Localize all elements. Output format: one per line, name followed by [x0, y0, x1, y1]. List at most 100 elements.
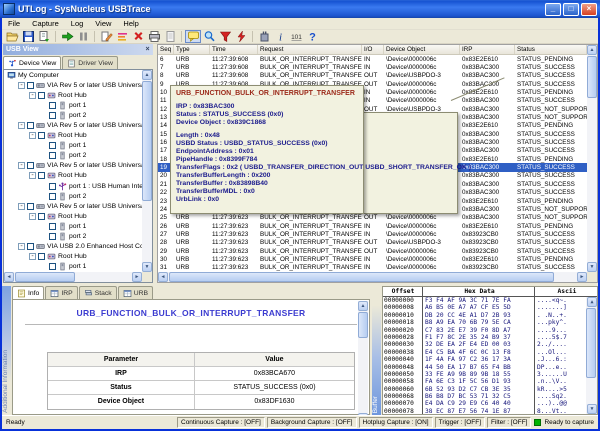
tree-item-via-usb-2-0-enhanced-host-controller[interactable]: -VIA USB 2.0 Enhanced Host Controller [4, 242, 142, 252]
pause-capture-icon[interactable] [75, 30, 91, 43]
tree-checkbox[interactable] [49, 152, 56, 159]
tree-item-via-rev-5-or-later-usb-universal-host-c[interactable]: -VIA Rev 5 or later USB Universal Host C [4, 120, 142, 130]
maximize-button[interactable]: □ [563, 3, 579, 16]
scrollbar-thumb[interactable] [169, 272, 554, 282]
title-bar[interactable]: UTLog - SysNucleus USBTrace _ □ × [0, 0, 600, 18]
tooltip-toggle-icon[interactable] [185, 30, 201, 43]
tree-item-root-hub[interactable]: -Root Hub [4, 171, 142, 181]
expand-collapse-box[interactable]: - [29, 132, 36, 139]
export-log-icon[interactable] [36, 30, 52, 43]
expand-collapse-box[interactable]: - [29, 253, 36, 260]
column-header-type[interactable]: Type [174, 45, 210, 54]
tree-checkbox[interactable] [27, 243, 34, 250]
scroll-left-icon[interactable]: ◄ [158, 272, 168, 282]
table-row-seq-30[interactable]: 30URB11:27:39:623BULK_OR_INTERRUPT_TRANS… [158, 255, 587, 263]
tab-urb[interactable]: URB [118, 286, 153, 299]
tab-info[interactable]: Info [12, 286, 44, 299]
log-properties-icon[interactable] [162, 30, 178, 43]
tree-item-root-hub[interactable]: -Root Hub [4, 131, 142, 141]
scrollbar-thumb[interactable] [587, 56, 597, 98]
hex-row-00000070[interactable]: 00000070E4 DA C9 29 E9 C6 40 40...)..@@ [383, 400, 586, 407]
menu-log[interactable]: Log [65, 18, 90, 30]
expand-collapse-box[interactable]: - [18, 82, 25, 89]
scroll-down-icon[interactable]: ▼ [587, 262, 597, 272]
tree-item-my-computer[interactable]: My Computer [4, 70, 142, 80]
tree-checkbox[interactable] [27, 82, 34, 89]
search-icon[interactable] [201, 30, 217, 43]
table-row-seq-6[interactable]: 6URB11:27:39:608BULK_OR_INTERRUPT_TRANSF… [158, 55, 587, 63]
tree-item-via-rev-5-or-later-usb-universal-host-c[interactable]: -VIA Rev 5 or later USB Universal Host C [4, 80, 142, 90]
table-row-seq-27[interactable]: 27URB11:27:39:623BULK_OR_INTERRUPT_TRANS… [158, 230, 587, 238]
tree-item-root-hub[interactable]: -Root Hub [4, 252, 142, 262]
hex-row-00000028[interactable]: 00000028F1 F7 8C 2E 35 24 B9 37....5$.7 [383, 334, 586, 341]
hex-row-00000018[interactable]: 00000018B8 A9 EA 70 6B 79 5E CA...pky^. [383, 319, 586, 326]
scroll-up-icon[interactable]: ▲ [142, 70, 152, 80]
table-row-seq-7[interactable]: 7URB11:27:39:608BULK_OR_INTERRUPT_TRANSF… [158, 63, 587, 71]
hex-row-00000048[interactable]: 0000004844 50 EA 17 B7 65 F4 BBDP...e.. [383, 364, 586, 371]
tree-item-port-2[interactable]: port 2 [4, 232, 142, 242]
tab-stack[interactable]: Stack [79, 286, 117, 299]
column-header-request[interactable]: Request [258, 45, 362, 54]
tree-checkbox[interactable] [27, 162, 34, 169]
expand-collapse-box[interactable]: - [29, 172, 36, 179]
tree-checkbox[interactable] [49, 233, 56, 240]
tree-checkbox[interactable] [38, 132, 45, 139]
hex-view-icon[interactable]: 101 [288, 30, 304, 43]
hex-vertical-scrollbar[interactable]: ▲ ▼ [586, 297, 597, 414]
tree-checkbox[interactable] [49, 223, 56, 230]
hex-row-00000020[interactable]: 00000020C7 83 2E E7 39 F0 8D A7....9... [383, 327, 586, 334]
hex-row-00000038[interactable]: 00000038E4 C5 BA 4F 6C 0C 13 F8...Ol... [383, 349, 586, 356]
menu-help[interactable]: Help [117, 18, 144, 30]
tree-item-port-1[interactable]: port 1 [4, 262, 142, 272]
tab-driver-view[interactable]: Driver View [62, 56, 118, 69]
table-row-seq-26[interactable]: 26URB11:27:39:623BULK_OR_INTERRUPT_TRANS… [158, 222, 587, 230]
scroll-up-icon[interactable]: ▲ [358, 301, 368, 311]
print-icon[interactable] [146, 30, 162, 43]
column-header-time[interactable]: Time [210, 45, 258, 54]
close-button[interactable]: × [581, 3, 597, 16]
trigger-icon[interactable] [233, 30, 249, 43]
start-capture-icon[interactable] [59, 30, 75, 43]
hex-row-00000060[interactable]: 000000606B 52 93 D2 C7 CB 3E 35kR....>5 [383, 386, 586, 393]
tree-checkbox[interactable] [49, 183, 56, 190]
usb-plug-icon[interactable] [256, 30, 272, 43]
scroll-left-icon[interactable]: ◄ [4, 272, 14, 282]
menu-capture[interactable]: Capture [26, 18, 65, 30]
table-row-seq-25[interactable]: 25URB11:27:39:623BULK_OR_INTERRUPT_TRANS… [158, 214, 587, 222]
tree-item-port-2[interactable]: port 2 [4, 151, 142, 161]
tree-item-via-rev-5-or-later-usb-universal-host-c[interactable]: -VIA Rev 5 or later USB Universal Host C [4, 161, 142, 171]
hex-row-00000078[interactable]: 0000007838 EC 87 E7 56 74 1E 878...Vt.. [383, 408, 586, 414]
tree-item-port-2[interactable]: port 2 [4, 110, 142, 120]
minimize-button[interactable]: _ [545, 3, 561, 16]
scroll-down-icon[interactable]: ▼ [142, 262, 152, 272]
tree-checkbox[interactable] [49, 193, 56, 200]
hex-row-00000050[interactable]: 0000005033 FE A9 9B 89 9B 18 553......U [383, 371, 586, 378]
tree-horizontal-scrollbar[interactable]: ◄ ► [4, 272, 142, 282]
column-header-i-o[interactable]: I/O [362, 45, 384, 54]
table-row-seq-28[interactable]: 28URB11:27:39:623BULK_OR_INTERRUPT_TRANS… [158, 239, 587, 247]
tree-checkbox[interactable] [27, 203, 34, 210]
tree-item-port-1-usb-human-interface-d[interactable]: port 1 : USB Human Interface D [4, 181, 142, 191]
hex-row-00000010[interactable]: 00000010DB 20 CC 4E A1 D7 2B 93. .N..+. [383, 312, 586, 319]
column-header-seq[interactable]: Seq [158, 45, 174, 54]
column-header-irp[interactable]: IRP [460, 45, 515, 54]
save-icon[interactable] [20, 30, 36, 43]
tree-item-port-1[interactable]: port 1 [4, 221, 142, 231]
menu-view[interactable]: View [89, 18, 117, 30]
scrollbar-thumb[interactable] [15, 272, 75, 282]
tree-item-port-2[interactable]: port 2 [4, 191, 142, 201]
expand-collapse-box[interactable]: - [29, 213, 36, 220]
hex-row-00000058[interactable]: 00000058FA 6E C3 1F 5C 56 D1 93.n..\V.. [383, 378, 586, 385]
open-file-icon[interactable] [4, 30, 20, 43]
edit-log-icon[interactable] [98, 30, 114, 43]
expand-collapse-box[interactable]: - [18, 162, 25, 169]
tree-item-root-hub[interactable]: -Root Hub [4, 211, 142, 221]
tree-checkbox[interactable] [27, 122, 34, 129]
tree-item-root-hub[interactable]: -Root Hub [4, 90, 142, 100]
tree-checkbox[interactable] [49, 263, 56, 270]
table-row-seq-8[interactable]: 8URB11:27:39:608BULK_OR_INTERRUPT_TRANSF… [158, 72, 587, 80]
table-row-seq-31[interactable]: 31URB11:27:39:623BULK_OR_INTERRUPT_TRANS… [158, 264, 587, 272]
tree-checkbox[interactable] [38, 92, 45, 99]
column-header-status[interactable]: Status [515, 45, 587, 54]
filter-icon[interactable] [217, 30, 233, 43]
